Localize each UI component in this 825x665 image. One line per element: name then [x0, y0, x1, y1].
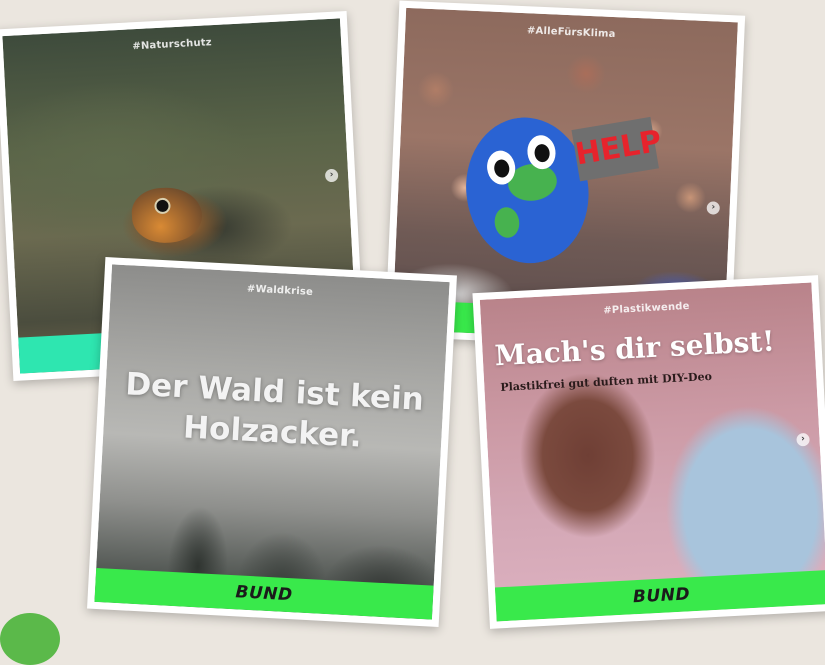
help-sign: HELP [571, 116, 664, 182]
bund-logo: BUND [632, 584, 691, 608]
corner-decoration [0, 613, 60, 665]
bird-body [130, 185, 204, 245]
earth-right-eye [525, 133, 558, 171]
bund-logo: BUND [234, 582, 294, 606]
post-image-frame: #Waldkrise Der Wald ist kein Holzacker. … [94, 264, 450, 620]
post-card-waldkrise[interactable]: #Waldkrise Der Wald ist kein Holzacker. … [87, 257, 457, 627]
earth-left-eye [485, 148, 518, 187]
post-image-frame: #Plastikwende Mach's dir selbst! Plastik… [479, 282, 825, 622]
post-card-plastikwende[interactable]: #Plastikwende Mach's dir selbst! Plastik… [472, 275, 825, 629]
